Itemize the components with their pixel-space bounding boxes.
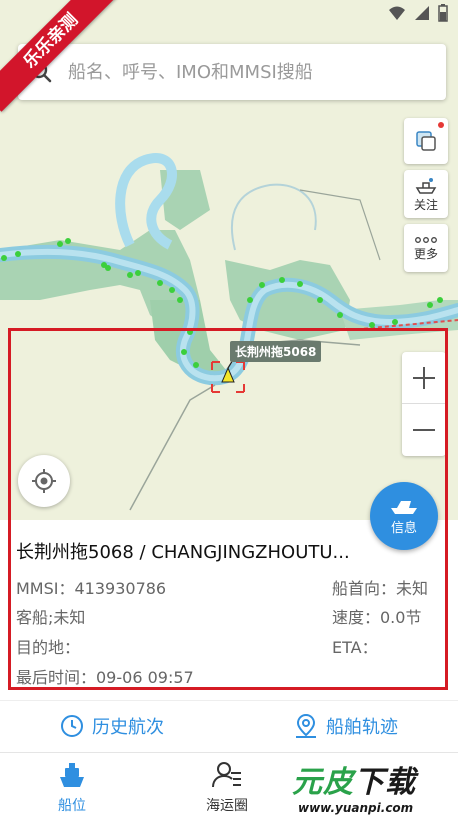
location-pin-icon xyxy=(296,713,316,738)
speed-value: 速度：0.0节 xyxy=(332,608,422,627)
zoom-control xyxy=(402,352,446,456)
watermark-url: www.yuanpi.com xyxy=(298,801,414,815)
tab-ship-position[interactable]: 船位 xyxy=(27,759,117,815)
last-time-value: 最后时间：09-06 09:57 xyxy=(16,668,194,687)
watermark-brand-left: 元皮 xyxy=(292,765,354,800)
history-voyage-button[interactable]: 历史航次 xyxy=(60,713,164,739)
zoom-out-button[interactable] xyxy=(402,404,446,456)
ship-type-value: 客船;未知 xyxy=(16,608,86,627)
watermark-brand: 元皮下载 xyxy=(292,757,416,801)
plus-icon xyxy=(413,366,435,389)
ship-tab-icon xyxy=(60,763,84,787)
eta-value: ETA： xyxy=(332,638,378,657)
follow-label: 关注 xyxy=(413,197,438,212)
wifi-icon xyxy=(389,6,405,20)
heading-value: 船首向：未知 xyxy=(332,579,429,598)
signal-icon xyxy=(415,6,429,20)
person-list-icon xyxy=(212,762,241,788)
minus-icon xyxy=(413,429,435,431)
zoom-in-button[interactable] xyxy=(402,352,446,404)
follow-button[interactable]: 关注 xyxy=(404,170,448,218)
action-bar: 历史航次 船舶轨迹 xyxy=(0,700,458,752)
info-button[interactable]: 信息 xyxy=(370,482,438,550)
more-label: 更多 xyxy=(413,246,438,261)
tab-shipping-circle-label: 海运圈 xyxy=(206,798,248,814)
more-dots-icon xyxy=(415,236,437,243)
search-input[interactable] xyxy=(68,61,398,83)
crosshair-icon xyxy=(32,469,56,493)
ship-follow-icon xyxy=(415,177,437,194)
map-layers-button[interactable] xyxy=(404,118,448,164)
ship-track-label: 船舶轨迹 xyxy=(326,717,398,738)
ship-icon xyxy=(391,500,417,514)
history-voyage-label: 历史航次 xyxy=(92,717,164,738)
status-icons xyxy=(388,4,448,22)
locate-button[interactable] xyxy=(18,455,70,507)
search-bar[interactable] xyxy=(18,44,446,100)
destination-value: 目的地： xyxy=(16,638,81,657)
mmsi-value: MMSI：413930786 xyxy=(16,579,167,598)
battery-icon xyxy=(438,4,448,22)
clock-icon xyxy=(61,715,83,737)
info-label: 信息 xyxy=(390,520,417,536)
tab-shipping-circle[interactable]: 海运圈 xyxy=(182,759,272,815)
more-button[interactable]: 更多 xyxy=(404,224,448,272)
ship-title: 长荆州拖5068 / CHANGJINGZHOUTU... xyxy=(16,542,350,563)
tab-ship-label: 船位 xyxy=(58,798,86,814)
watermark-brand-right: 下载 xyxy=(354,765,416,800)
ship-map-label[interactable]: 长荆州拖5068 xyxy=(230,341,322,362)
notification-dot xyxy=(438,122,444,128)
ship-track-button[interactable]: 船舶轨迹 xyxy=(294,713,398,739)
map-layers-icon xyxy=(416,131,436,151)
watermark-logo: 元皮下载 www.yuanpi.com xyxy=(284,756,454,816)
